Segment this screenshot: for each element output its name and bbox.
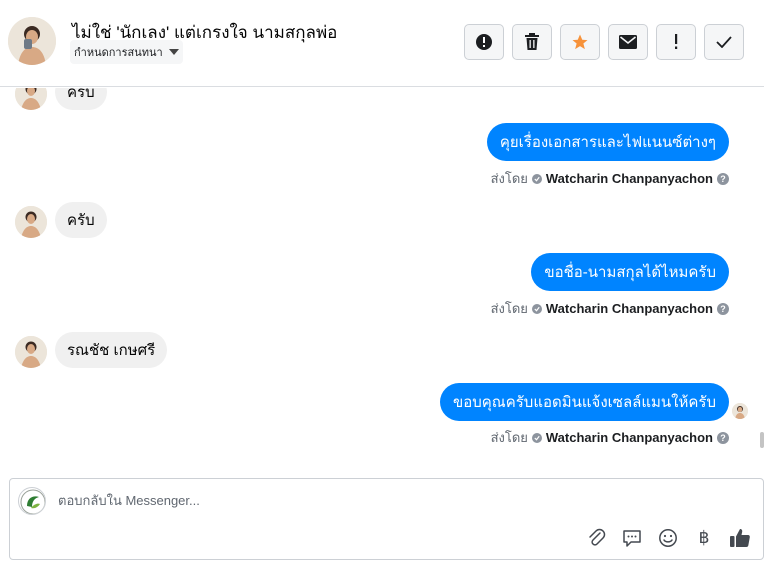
saved-replies-button[interactable] xyxy=(621,527,643,549)
sent-by-line: ส่งโดย Watcharin Chanpanyachon ? xyxy=(491,427,729,448)
message-thread[interactable]: ครับ คุยเรื่องเอกสารและไฟแนนซ์ต่างๆ ส่งโ… xyxy=(0,88,764,473)
verified-check-icon xyxy=(531,432,542,443)
attach-button[interactable] xyxy=(585,527,607,549)
outgoing-message-bubble[interactable]: ขอชื่อ-นามสกุลได้ไหมครับ xyxy=(531,253,729,291)
thumbs-up-icon xyxy=(730,529,750,547)
contact-avatar-small xyxy=(15,88,47,110)
verified-check-icon xyxy=(531,303,542,314)
star-icon xyxy=(572,34,588,50)
message-text: ขอชื่อ-นามสกุลได้ไหมครับ xyxy=(544,264,716,281)
incoming-message-bubble[interactable]: ครับ xyxy=(55,202,107,238)
exclamation-icon xyxy=(675,34,678,49)
like-button[interactable] xyxy=(729,527,751,549)
incoming-message-bubble[interactable]: ครับ xyxy=(55,88,107,110)
reply-composer: ฿ xyxy=(9,478,764,560)
envelope-icon xyxy=(619,35,637,49)
reply-input[interactable] xyxy=(58,493,658,508)
incoming-message-bubble[interactable]: รณชัช เกษศรี xyxy=(55,332,168,368)
help-icon[interactable]: ? xyxy=(717,172,729,185)
important-button[interactable] xyxy=(656,24,696,60)
message-text: รณชัช เกษศรี xyxy=(67,342,156,359)
help-icon[interactable]: ? xyxy=(717,302,729,315)
verified-check-icon xyxy=(531,173,542,184)
delete-button[interactable] xyxy=(512,24,552,60)
message-text: ขอบคุณครับแอดมินแจ้งเซลล์แมนให้ครับ xyxy=(452,394,716,411)
sent-by-prefix: ส่งโดย xyxy=(490,430,528,445)
composer-tools: ฿ xyxy=(585,527,751,549)
contact-avatar-small xyxy=(15,206,47,238)
seen-avatar xyxy=(732,403,748,419)
checkmark-icon xyxy=(716,36,732,48)
sent-by-line: ส่งโดย Watcharin Chanpanyachon ? xyxy=(491,298,729,319)
contact-avatar-small xyxy=(15,336,47,368)
help-icon[interactable]: ? xyxy=(717,431,729,444)
assign-conversation-dropdown[interactable]: กำหนดการสนทนา xyxy=(70,40,183,64)
star-button[interactable] xyxy=(560,24,600,60)
outgoing-message-bubble[interactable]: คุยเรื่องเอกสารและไฟแนนซ์ต่างๆ xyxy=(486,123,729,161)
thread-scrollbar[interactable] xyxy=(760,432,764,448)
header-toolbar xyxy=(464,24,744,60)
conversation-header: ไม่ใช่ 'นักเลง' แต่เกรงใจ นามสกุลพ่อ กำห… xyxy=(0,0,764,87)
message-text: ครับ xyxy=(67,212,95,229)
mark-unread-button[interactable] xyxy=(608,24,648,60)
caret-down-icon xyxy=(168,49,179,55)
smiley-icon xyxy=(659,529,677,547)
sent-by-line: ส่งโดย Watcharin Chanpanyachon ? xyxy=(491,168,729,189)
speech-bubble-icon xyxy=(623,530,641,547)
sent-by-prefix: ส่งโดย xyxy=(490,171,528,186)
message-text: คุยเรื่องเอกสารและไฟแนนซ์ต่างๆ xyxy=(499,134,716,151)
sender-name[interactable]: Watcharin Chanpanyachon xyxy=(546,171,713,186)
payment-button[interactable]: ฿ xyxy=(693,527,715,549)
contact-avatar[interactable] xyxy=(8,17,56,65)
assign-label: กำหนดการสนทนา xyxy=(74,47,163,59)
paperclip-icon xyxy=(589,528,606,546)
sent-by-prefix: ส่งโดย xyxy=(490,301,528,316)
alert-circle-icon xyxy=(476,34,492,50)
spam-alert-button[interactable] xyxy=(464,24,504,60)
done-button[interactable] xyxy=(704,24,744,60)
message-text: ครับ xyxy=(67,88,95,101)
trash-icon xyxy=(525,33,539,50)
sender-name[interactable]: Watcharin Chanpanyachon xyxy=(546,301,713,316)
baht-icon: ฿ xyxy=(698,528,710,548)
emoji-button[interactable] xyxy=(657,527,679,549)
page-avatar xyxy=(18,487,46,515)
sender-name[interactable]: Watcharin Chanpanyachon xyxy=(546,430,713,445)
outgoing-message-bubble[interactable]: ขอบคุณครับแอดมินแจ้งเซลล์แมนให้ครับ xyxy=(439,383,729,421)
